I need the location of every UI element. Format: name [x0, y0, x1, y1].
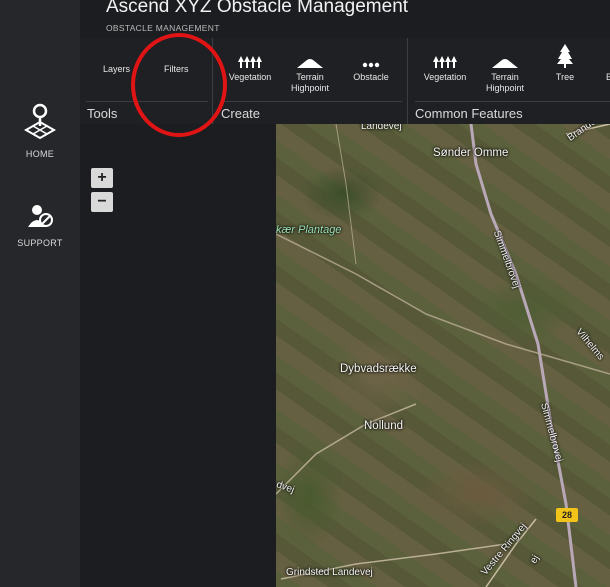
app-subtitle: OBSTACLE MANAGEMENT	[106, 23, 220, 33]
common-building-label: B	[606, 72, 610, 82]
home-map-pin-icon	[23, 103, 57, 144]
map-label: Grindsted Landevej	[286, 567, 373, 578]
zoom-in-button[interactable]: +	[91, 168, 113, 188]
group-label-tools: Tools	[87, 106, 118, 121]
map-label: kær Plantage	[276, 224, 342, 236]
support-user-icon	[25, 205, 55, 233]
sidebar: HOME SUPPORT	[0, 0, 80, 587]
layers-button[interactable]: Layers	[103, 64, 130, 74]
vegetation-icon	[415, 46, 475, 68]
tools-divider	[86, 101, 208, 102]
terrain-label-line1: Terrain	[491, 72, 519, 82]
create-vegetation-button[interactable]: Vegetation	[220, 46, 280, 96]
common-building-button[interactable]: B	[592, 46, 610, 96]
group-label-common-features: Common Features	[415, 106, 523, 121]
map-label: Landevej	[361, 124, 402, 132]
create-obstacle-label: Obstacle	[353, 72, 389, 82]
common-terrain-highpoint-button[interactable]: Terrain Highpoint	[475, 46, 535, 96]
group-separator	[212, 38, 213, 124]
sidebar-item-label: SUPPORT	[17, 238, 63, 248]
common-vegetation-label: Vegetation	[423, 72, 467, 82]
sidebar-item-label: HOME	[25, 149, 55, 159]
terrain-label-line2: Highpoint	[290, 83, 330, 93]
terrain-label-line2: Highpoint	[485, 83, 525, 93]
ribbon-toolbar: Layers Filters Tools Vegetation Terrain H…	[80, 38, 610, 124]
sidebar-item-home[interactable]: HOME	[0, 102, 80, 159]
terrain-icon	[475, 46, 535, 68]
group-separator	[407, 38, 408, 124]
group-label-create: Create	[221, 106, 261, 121]
common-divider	[415, 101, 610, 102]
vegetation-icon	[220, 46, 280, 68]
road-number-badge: 28	[556, 508, 578, 522]
create-divider	[220, 101, 402, 102]
common-tree-button[interactable]: Tree	[535, 44, 595, 96]
common-tree-label: Tree	[555, 72, 575, 82]
create-vegetation-label: Vegetation	[228, 72, 272, 82]
terrain-label-line1: Terrain	[296, 72, 324, 82]
create-terrain-highpoint-button[interactable]: Terrain Highpoint	[280, 46, 340, 96]
map-label: Nollund	[364, 420, 403, 432]
sidebar-item-support[interactable]: SUPPORT	[0, 203, 80, 248]
building-icon	[592, 46, 610, 68]
app-title: Ascend XYZ Obstacle Management	[106, 0, 409, 17]
zoom-out-button[interactable]: −	[91, 192, 113, 212]
map-label: Sønder Omme	[433, 147, 509, 159]
app-header: Ascend XYZ Obstacle Management OBSTACLE …	[80, 0, 610, 38]
tree-icon	[535, 44, 595, 68]
map-label: Dybvadsrække	[340, 363, 417, 375]
filters-button[interactable]: Filters	[164, 64, 189, 74]
more-dots-icon	[341, 46, 401, 68]
create-obstacle-button[interactable]: Obstacle	[341, 46, 401, 96]
common-vegetation-button[interactable]: Vegetation	[415, 46, 475, 96]
terrain-icon	[280, 46, 340, 68]
